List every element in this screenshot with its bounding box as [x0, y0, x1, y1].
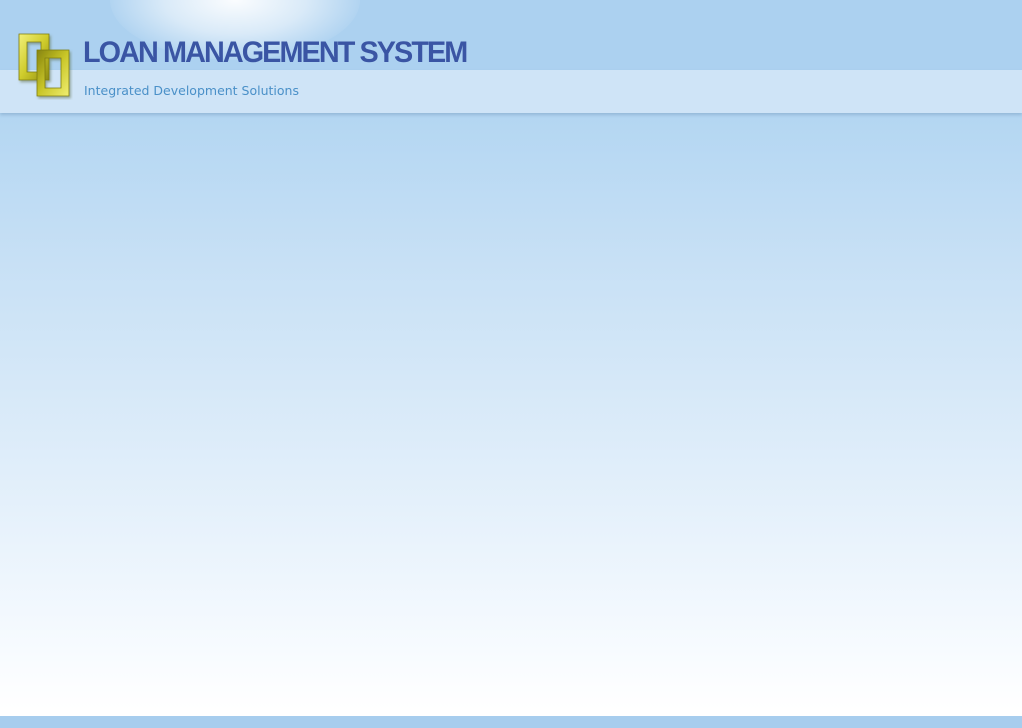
main-content-area: [0, 113, 1022, 716]
app-subtitle: Integrated Development Solutions: [84, 83, 299, 98]
app-title: LOAN MANAGEMENT SYSTEM: [83, 36, 468, 69]
interlocked-frames-logo-icon: [17, 32, 73, 100]
footer-bar: [0, 716, 1022, 728]
